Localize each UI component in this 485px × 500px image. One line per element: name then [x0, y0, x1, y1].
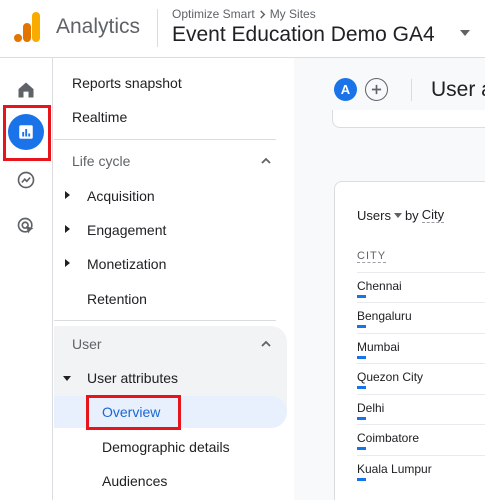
breadcrumb-property[interactable]: My Sites: [270, 7, 316, 21]
top-card-edge: [332, 110, 485, 128]
nav-item-label: Retention: [87, 291, 147, 307]
nav-item-label: Engagement: [87, 222, 167, 238]
card-title: Users by City: [357, 207, 445, 223]
value-bar: [357, 417, 366, 420]
nav-user-label: User: [72, 336, 102, 352]
table-row: Delhi: [357, 394, 485, 424]
nav-reports-snapshot[interactable]: Reports snapshot: [54, 67, 287, 99]
value-bar: [357, 295, 366, 298]
header-divider: [411, 79, 412, 101]
table-row: Mumbai: [357, 333, 485, 363]
product-name: Analytics: [56, 15, 141, 38]
nav-divider: [54, 139, 276, 140]
header-divider: [157, 9, 158, 47]
nav-lifecycle-label: Life cycle: [72, 153, 131, 169]
add-comparison-button[interactable]: [365, 78, 388, 101]
city-name: Bengaluru: [357, 309, 412, 323]
city-name: Mumbai: [357, 340, 400, 354]
nav-item-retention[interactable]: Retention: [54, 283, 287, 315]
home-icon: [18, 82, 34, 98]
table-row: Chennai: [357, 272, 485, 302]
nav-item-label: Audiences: [102, 473, 168, 489]
metric-selector[interactable]: Users: [357, 208, 391, 223]
table-row: Bengaluru: [357, 302, 485, 332]
value-bar: [357, 325, 366, 328]
nav-item-monetization[interactable]: Monetization: [54, 248, 287, 280]
page-title: User a: [431, 78, 485, 101]
analytics-logo-icon[interactable]: [14, 12, 40, 42]
expand-arrow-icon: [65, 225, 70, 233]
reports-highlight-box: [3, 105, 51, 161]
property-selector[interactable]: Event Education Demo GA4: [172, 23, 435, 47]
advertising-icon: [17, 217, 34, 234]
nav-section-user[interactable]: User: [54, 328, 287, 360]
nav-item-label: Acquisition: [87, 188, 155, 204]
nav-item-acquisition[interactable]: Acquisition: [54, 180, 287, 212]
collapse-arrow-icon: [63, 376, 71, 381]
nav-item-audiences[interactable]: Audiences: [54, 465, 287, 497]
nav-item-engagement[interactable]: Engagement: [54, 214, 287, 246]
overview-highlight-box: [86, 395, 181, 430]
caret-down-icon[interactable]: [393, 212, 402, 218]
main-content: A User a Users by City CITY Chennai Beng…: [294, 58, 485, 500]
nav-section-lifecycle[interactable]: Life cycle: [54, 145, 287, 177]
column-header-city[interactable]: CITY: [357, 250, 387, 263]
nav-item-label: Monetization: [87, 256, 167, 272]
expand-arrow-icon: [65, 259, 70, 267]
value-bar: [357, 386, 366, 389]
app-header: Analytics Optimize Smart My Sites Event …: [0, 0, 485, 58]
explore-icon: [17, 171, 35, 189]
breadcrumb-account[interactable]: Optimize Smart: [172, 7, 255, 21]
nav-realtime-label: Realtime: [72, 109, 128, 125]
rail-explore-button[interactable]: [11, 165, 41, 195]
chevron-up-icon: [261, 340, 271, 347]
city-name: Kuala Lumpur: [357, 462, 432, 476]
city-name: Chennai: [357, 279, 402, 293]
nav-reports-snapshot-label: Reports snapshot: [72, 75, 182, 91]
nav-realtime[interactable]: Realtime: [54, 101, 287, 133]
city-name: Delhi: [357, 401, 385, 415]
value-bar: [357, 447, 366, 450]
nav-divider: [54, 320, 276, 321]
table-row: Kuala Lumpur: [357, 455, 485, 485]
reports-nav: Reports snapshot Realtime Life cycle Acq…: [54, 58, 294, 500]
nav-item-label: User attributes: [87, 370, 179, 386]
rail-home-button[interactable]: [11, 75, 41, 105]
dimension-selector[interactable]: City: [421, 207, 445, 223]
users-by-city-card: Users by City CITY Chennai Bengaluru Mum…: [334, 181, 485, 500]
breadcrumb[interactable]: Optimize Smart My Sites: [172, 7, 316, 21]
value-bar: [357, 356, 366, 359]
nav-item-user-attributes[interactable]: User attributes: [54, 362, 287, 394]
nav-item-label: Demographic details: [102, 439, 230, 455]
table-row: Quezon City: [357, 363, 485, 393]
nav-item-demographic-details[interactable]: Demographic details: [54, 431, 287, 463]
card-title-by: by: [404, 207, 419, 223]
value-bar: [357, 478, 366, 481]
rail-advertising-button[interactable]: [11, 211, 41, 241]
city-name: Coimbatore: [357, 431, 420, 445]
comparison-avatar[interactable]: A: [334, 78, 357, 101]
caret-down-icon[interactable]: [460, 30, 470, 36]
plus-icon: [371, 84, 382, 95]
chevron-up-icon: [261, 157, 271, 164]
expand-arrow-icon: [65, 191, 70, 199]
table-row: Coimbatore: [357, 424, 485, 454]
chevron-right-icon: [259, 9, 266, 19]
city-name: Quezon City: [357, 370, 424, 384]
